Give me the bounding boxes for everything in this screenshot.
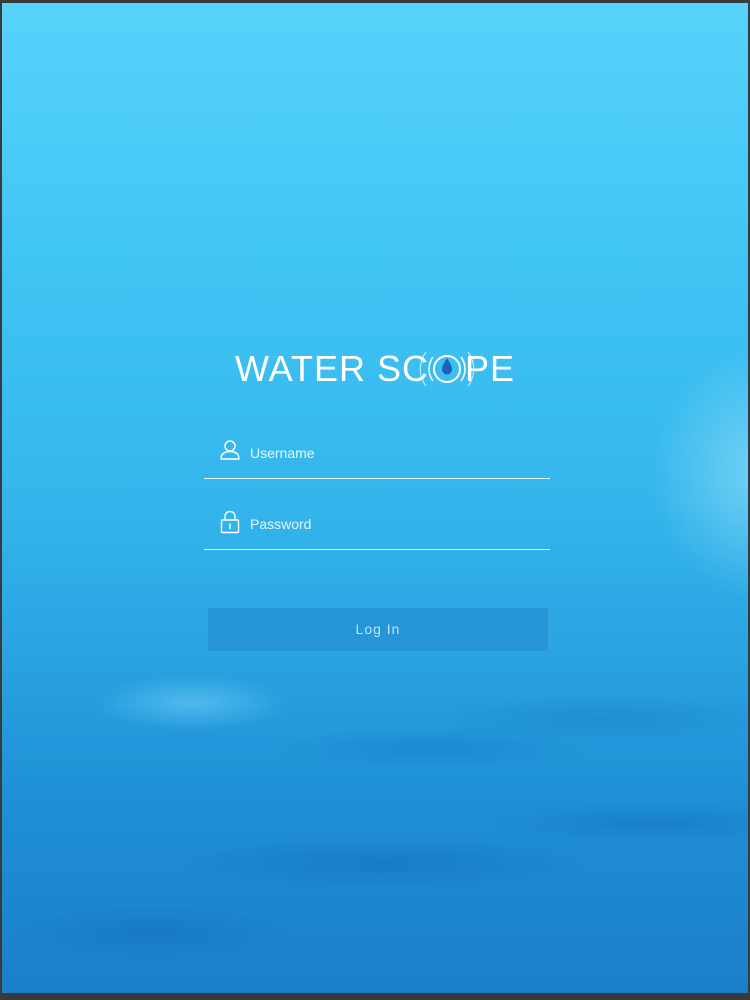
log-in-button[interactable]: Log In	[207, 607, 549, 652]
username-field-row	[204, 438, 550, 479]
brand-logo: WATER SC PE	[2, 339, 748, 399]
user-icon	[219, 438, 241, 464]
water-drop-ripple-icon	[419, 339, 475, 399]
password-input[interactable]	[250, 511, 540, 537]
login-screen: WATER SC PE Username Log In	[2, 3, 748, 993]
brand-wordmark: WATER SC PE	[235, 339, 515, 399]
brand-name-part1: WATER SC	[234, 348, 429, 389]
username-input[interactable]	[250, 440, 540, 466]
password-field-row	[204, 509, 550, 550]
lock-icon	[219, 509, 241, 535]
